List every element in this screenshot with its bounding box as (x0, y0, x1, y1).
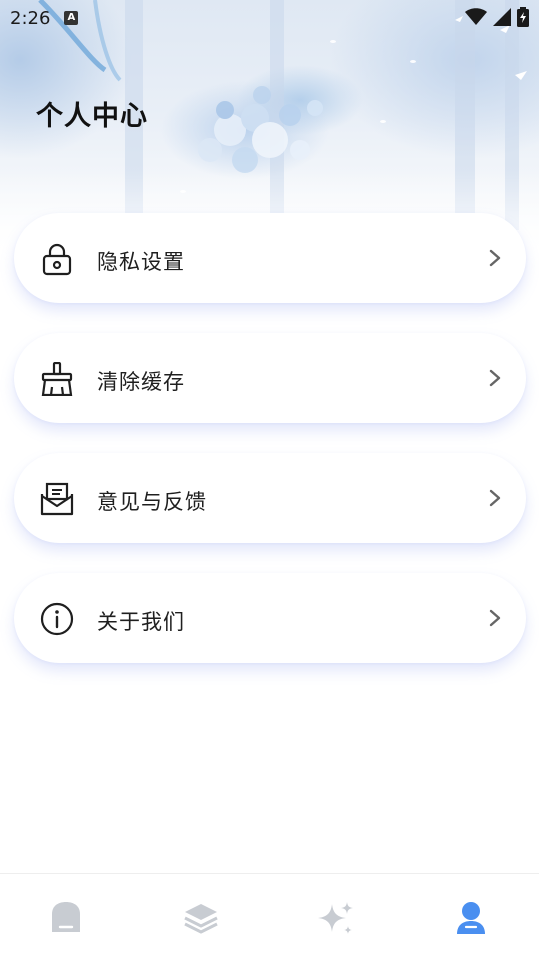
keyboard-a-icon: A (64, 11, 79, 25)
menu-item-label: 隐私设置 (97, 250, 185, 274)
menu-item-label: 关于我们 (97, 610, 185, 634)
status-bar: 2:26 A (0, 0, 539, 36)
menu-item-label: 意见与反馈 (97, 490, 207, 514)
menu-item-feedback[interactable]: 意见与反馈 (14, 453, 526, 543)
chevron-right-icon (489, 609, 501, 627)
menu-item-clear-cache[interactable]: 清除缓存 (14, 333, 526, 423)
user-icon[interactable] (451, 898, 491, 938)
info-icon (40, 602, 74, 636)
page-title: 个人中心 (36, 101, 148, 132)
status-indicators (465, 7, 529, 27)
status-time: 2:26 (10, 7, 51, 29)
chevron-right-icon (489, 249, 501, 267)
chevron-right-icon (489, 369, 501, 387)
chevron-right-icon (489, 489, 501, 507)
lock-icon (42, 243, 72, 276)
menu-item-about[interactable]: 关于我们 (14, 573, 526, 663)
broom-icon (41, 362, 73, 396)
cell-signal-icon (493, 8, 511, 26)
home-icon[interactable] (46, 898, 86, 938)
wifi-icon (465, 8, 487, 25)
mail-feedback-icon (40, 482, 74, 516)
menu-item-label: 清除缓存 (97, 370, 185, 394)
sparkle-icon[interactable] (316, 898, 356, 938)
layers-icon[interactable] (181, 898, 221, 938)
battery-charging-icon (517, 7, 529, 27)
menu-item-privacy[interactable]: 隐私设置 (14, 213, 526, 303)
bottom-nav (0, 873, 539, 958)
